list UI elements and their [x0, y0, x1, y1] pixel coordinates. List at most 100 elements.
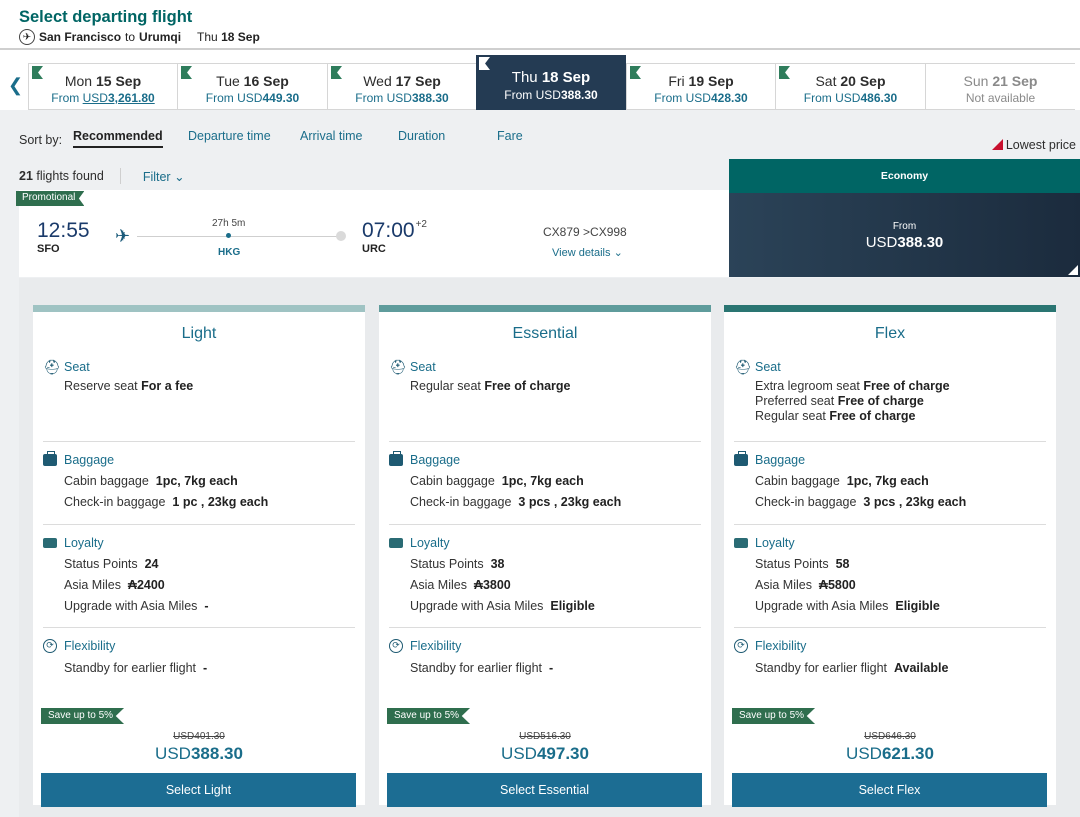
fare-options-panel: Light ⛑ Seat Reserve seat For a fee Baggage C…: [19, 278, 1080, 817]
economy-header: Economy: [729, 159, 1080, 193]
fare-color-bar: [33, 305, 365, 312]
loyalty-section: Loyalty Status Points 58 Asia Miles ₳5800 U…: [734, 536, 1046, 613]
original-price: USD401.30: [173, 731, 225, 742]
flexibility-section: ⟳ Flexibility Standby for earlier flight A…: [734, 639, 1046, 675]
selected-corner-icon: [1068, 265, 1078, 275]
route-end-dot: [336, 231, 346, 241]
flexibility-icon: ⟳: [43, 639, 57, 653]
seat-detail: Regular seat Free of charge: [410, 379, 571, 393]
original-price: USD516.30: [519, 731, 571, 742]
fare-card-essential: Essential ⛑ Seat Regular seat Free of charg…: [379, 305, 711, 807]
cabin-baggage: Cabin baggage 1pc, 7kg each: [64, 474, 238, 488]
fare-card-light: Light ⛑ Seat Reserve seat For a fee Baggage C…: [33, 305, 365, 807]
lowest-price-icon: [991, 139, 1003, 150]
standby-flight: Standby for earlier flight Available: [755, 661, 949, 675]
asia-miles-icon: ₳: [473, 578, 483, 592]
destination-city: Urumqi: [139, 30, 182, 44]
seat-detail: Extra legroom seat Free of charge: [755, 379, 950, 393]
date-tab-date: Mon 15 Sep: [64, 73, 142, 89]
upgrade-miles: Upgrade with Asia Miles Eligible: [755, 599, 940, 613]
date-tab-date: Sat 20 Sep: [815, 73, 886, 89]
fare-color-bar: [379, 305, 711, 312]
flexibility-section: ⟳ Flexibility Standby for earlier flight -: [389, 639, 701, 675]
seat-section: ⛑ Seat Regular seat Free of charge: [389, 360, 701, 393]
results-count-bar: 21 flights found Filter ⌄: [19, 168, 185, 184]
upgrade-miles: Upgrade with Asia Miles -: [64, 599, 209, 613]
loyalty-section: Loyalty Status Points 24 Asia Miles ₳2400 U…: [43, 536, 355, 613]
seat-detail: Preferred seat Free of charge: [755, 394, 924, 408]
sort-departure-time[interactable]: Departure time: [188, 129, 271, 143]
airplane-icon: ✈: [19, 29, 35, 45]
sort-label: Sort by:: [19, 133, 63, 147]
seat-icon: ⛑: [389, 359, 407, 375]
chevron-down-icon: ⌄: [613, 247, 623, 259]
date-tab-price: From USD3,261.80: [51, 91, 155, 105]
seat-icon: ⛑: [734, 359, 752, 375]
view-details-link[interactable]: View details ⌄: [552, 246, 623, 259]
status-points: Status Points 24: [64, 557, 159, 571]
status-points: Status Points 38: [410, 557, 505, 571]
sort-duration[interactable]: Duration: [398, 129, 445, 143]
arrival-airport: URC: [362, 243, 386, 255]
save-badge: Save up to 5%: [387, 708, 471, 724]
date-tab-date: Thu 18 Sep: [511, 69, 591, 86]
cabin-baggage: Cabin baggage 1pc, 7kg each: [410, 474, 584, 488]
economy-price: USD388.30: [865, 234, 944, 251]
date-tab-price: From USD428.30: [654, 91, 748, 105]
lowest-fare-flag-icon: [479, 57, 490, 70]
standby-flight: Standby for earlier flight -: [410, 661, 554, 675]
promotional-tag: Promotional: [16, 191, 85, 206]
seat-detail: Regular seat Free of charge: [755, 409, 916, 423]
filter-button[interactable]: Filter ⌄: [143, 169, 185, 184]
economy-from-label: From: [892, 221, 917, 232]
divider: [43, 627, 355, 628]
date-tab-mon[interactable]: Mon 15 Sep From USD3,261.80: [28, 63, 177, 110]
date-tab-price: From USD486.30: [803, 91, 898, 105]
fare-name: Flex: [874, 325, 906, 342]
standby-flight: Standby for earlier flight -: [64, 661, 208, 675]
baggage-section: Baggage Cabin baggage 1pc, 7kg each Check-…: [43, 451, 355, 509]
select-essential-button[interactable]: Select Essential: [387, 773, 702, 807]
stopover-airport: HKG: [218, 247, 241, 258]
select-flex-button[interactable]: Select Flex: [732, 773, 1047, 807]
date-tab-wed[interactable]: Wed 17 Sep From USD388.30: [327, 63, 476, 110]
asia-miles: Asia Miles ₳3800: [410, 578, 511, 592]
departure-time: 12:55: [37, 219, 90, 242]
sort-arrival-time[interactable]: Arrival time: [300, 129, 363, 143]
status-points: Status Points 58: [755, 557, 850, 571]
date-selector: ❮ Mon 15 Sep From USD3,261.80 Tue 16 Sep Fr…: [0, 55, 1080, 110]
date-tab-tue[interactable]: Tue 16 Sep From USD449.30: [177, 63, 327, 110]
date-tab-status: Not available: [965, 91, 1036, 105]
date-tab-price: From USD388.30: [504, 88, 598, 102]
date-tab-date: Wed 17 Sep: [363, 73, 441, 89]
fare-price: USD497.30: [501, 744, 589, 763]
seat-section: ⛑ Seat Reserve seat For a fee: [43, 360, 355, 393]
divider: [119, 168, 121, 184]
checkin-baggage: Check-in baggage 3 pcs , 23kg each: [755, 495, 967, 509]
sort-fare[interactable]: Fare: [497, 129, 523, 143]
seat-section: ⛑ Seat Extra legroom seat Free of charge Pr…: [734, 360, 1046, 423]
select-light-button[interactable]: Select Light: [41, 773, 356, 807]
day-offset: +2: [415, 219, 427, 230]
origin-city: San Francisco: [39, 30, 122, 44]
checkin-baggage: Check-in baggage 3 pcs , 23kg each: [410, 495, 622, 509]
sort-recommended[interactable]: Recommended: [73, 129, 163, 148]
fare-color-bar: [724, 305, 1056, 312]
date-tab-price: From USD388.30: [355, 91, 449, 105]
asia-miles-icon: ₳: [127, 578, 137, 592]
seat-icon: ⛑: [43, 359, 61, 375]
baggage-icon: [389, 451, 403, 466]
economy-price-cell[interactable]: From USD388.30: [729, 193, 1080, 277]
date-tab-fri[interactable]: Fri 19 Sep From USD428.30: [626, 63, 775, 110]
date-tab-date: Fri 19 Sep: [668, 73, 734, 89]
divider: [389, 441, 701, 442]
flexibility-icon: ⟳: [734, 639, 748, 653]
date-tab-sat[interactable]: Sat 20 Sep From USD486.30: [775, 63, 925, 110]
fare-price: USD388.30: [155, 744, 243, 763]
fare-price: USD621.30: [846, 744, 934, 763]
flexibility-icon: ⟳: [389, 639, 403, 653]
flight-card[interactable]: 12:55 SFO ✈ 27h 5m HKG 07:00+2 URC CX879…: [19, 190, 730, 277]
date-tab-thu[interactable]: Thu 18 Sep From USD388.30: [476, 55, 626, 110]
route-line: [137, 236, 339, 237]
chevron-left-icon[interactable]: ❮: [8, 75, 23, 96]
